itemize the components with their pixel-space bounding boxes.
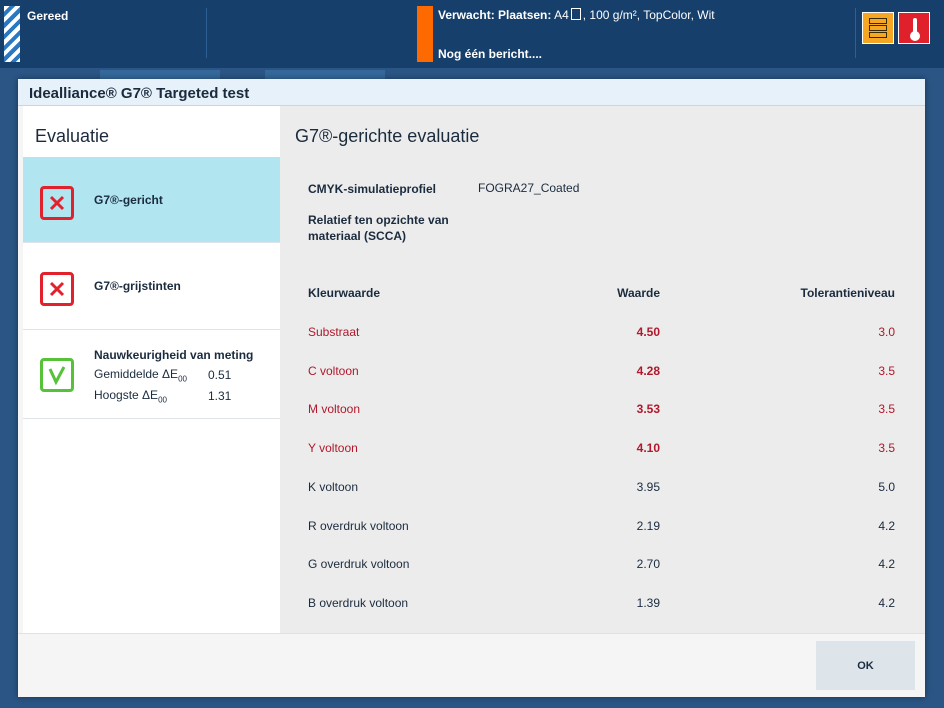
tolerance-cell: 3.5 xyxy=(878,441,895,456)
storage-slot xyxy=(869,25,887,31)
value-cell: 3.95 xyxy=(636,479,660,494)
thermometer-bulb xyxy=(910,31,920,41)
eval-item-label: G7®-gericht xyxy=(94,193,163,207)
column-header-tolerance: Tolerantieniveau xyxy=(800,286,895,300)
detail-heading: G7®-gerichte evaluatie xyxy=(295,126,480,146)
fail-icon xyxy=(40,272,74,306)
dialog-footer: OK xyxy=(18,633,925,697)
checkmark-icon xyxy=(48,366,66,386)
status-bar: Gereed Verwacht: Plaatsen: A4 , 100 g/m²,… xyxy=(0,0,944,68)
storage-icon[interactable] xyxy=(862,12,894,44)
color-name-cell: Y voltoon xyxy=(308,441,358,456)
color-name-cell: M voltoon xyxy=(308,402,361,417)
printer-status: Gereed xyxy=(27,9,69,23)
tolerance-cell: 4.2 xyxy=(878,557,895,572)
expected-paper: A4 xyxy=(554,8,569,22)
eval-item-g7-grayscale[interactable]: G7®-grijstinten xyxy=(23,243,280,330)
evaluation-list: Evaluatie G7®-gericht G7®-grijstinten Na… xyxy=(23,106,280,633)
thermometer-icon[interactable] xyxy=(898,12,930,44)
metric-subscript: 00 xyxy=(178,374,187,384)
table-row: Substraat 4.50 3.0 xyxy=(308,325,895,343)
table-row: C voltoon 4.28 3.5 xyxy=(308,364,895,382)
table-row: B overdruk voltoon 1.39 4.2 xyxy=(308,596,895,614)
metric-label: Gemiddelde ΔE xyxy=(94,367,179,381)
color-name-cell: G overdruk voltoon xyxy=(308,557,410,572)
eval-item-g7-targeted[interactable]: G7®-gericht xyxy=(23,157,280,243)
value-cell: 3.53 xyxy=(636,402,660,417)
tolerance-cell: 5.0 xyxy=(878,479,895,494)
status-stripe-indicator xyxy=(4,6,20,62)
column-header-color: Kleurwaarde xyxy=(308,286,381,300)
value-cell: 2.70 xyxy=(636,557,660,572)
profile-label: CMYK-simulatieprofiel xyxy=(308,182,437,196)
value-cell: 4.50 xyxy=(636,325,660,339)
relative-label: Relatief ten opzichte van materiaal (SCC… xyxy=(308,213,449,243)
storage-slot xyxy=(869,32,887,38)
dialog-title: Idealliance® G7® Targeted test xyxy=(29,85,250,102)
color-name-cell: Substraat xyxy=(308,325,360,339)
cross-icon xyxy=(49,281,65,297)
table-row: G overdruk voltoon 2.70 4.2 xyxy=(308,557,895,575)
mean-delta-e-value: 0.51 xyxy=(208,368,232,382)
table-row: Y voltoon 4.10 3.5 xyxy=(308,441,895,459)
tolerance-cell: 4.2 xyxy=(878,518,895,533)
tolerance-cell: 3.5 xyxy=(878,402,895,417)
table-row: R overdruk voltoon 2.19 4.2 xyxy=(308,519,895,537)
cross-icon xyxy=(49,195,65,211)
table-row: M voltoon 3.53 3.5 xyxy=(308,402,895,420)
column-header-value: Waarde xyxy=(617,286,660,300)
divider xyxy=(855,8,856,58)
eval-item-label: G7®-grijstinten xyxy=(94,279,181,293)
mean-delta-e-label: Gemiddelde ΔE00 xyxy=(94,367,187,383)
ok-button[interactable]: OK xyxy=(816,641,915,690)
message-link[interactable]: Nog één bericht.... xyxy=(438,47,542,61)
fail-icon xyxy=(40,186,74,220)
divider xyxy=(206,8,207,58)
tolerance-cell: 3.5 xyxy=(878,363,895,378)
table-row: K voltoon 3.95 5.0 xyxy=(308,480,895,498)
color-name-cell: B overdruk voltoon xyxy=(308,595,409,610)
g7-test-dialog: Idealliance® G7® Targeted test Evaluatie… xyxy=(18,79,925,697)
pass-icon xyxy=(40,358,74,392)
value-cell: 2.19 xyxy=(636,518,660,533)
color-name-cell: K voltoon xyxy=(308,479,359,494)
value-cell: 1.39 xyxy=(636,595,660,610)
value-cell: 4.10 xyxy=(636,441,660,456)
eval-item-measurement-accuracy[interactable]: Nauwkeurigheid van meting Gemiddelde ΔE0… xyxy=(23,330,280,419)
expected-label: Verwacht: Plaatsen: xyxy=(438,8,552,22)
tolerance-cell: 4.2 xyxy=(878,595,895,610)
storage-slot xyxy=(869,18,887,24)
tolerance-cell: 3.0 xyxy=(878,325,895,339)
max-delta-e-label: Hoogste ΔE00 xyxy=(94,388,167,404)
metric-subscript: 00 xyxy=(158,395,167,405)
eval-item-label: Nauwkeurigheid van meting xyxy=(94,348,254,362)
dialog-title-bar: Idealliance® G7® Targeted test xyxy=(18,79,925,106)
value-cell: 4.28 xyxy=(636,363,660,378)
expected-media[interactable]: Verwacht: Plaatsen: A4 , 100 g/m², TopCol… xyxy=(438,8,715,22)
color-name-cell: R overdruk voltoon xyxy=(308,518,409,533)
evaluation-detail: G7®-gerichte evaluatie CMYK-simulatiepro… xyxy=(280,106,925,633)
metric-label: Hoogste ΔE xyxy=(94,388,159,402)
color-name-cell: C voltoon xyxy=(308,363,359,378)
expected-details: , 100 g/m², TopColor, Wit xyxy=(582,8,715,22)
document-icon xyxy=(570,8,581,20)
alert-indicator xyxy=(417,6,433,62)
profile-value: FOGRA27_Coated xyxy=(478,181,580,195)
evaluation-heading: Evaluatie xyxy=(35,126,110,146)
max-delta-e-value: 1.31 xyxy=(208,389,232,403)
